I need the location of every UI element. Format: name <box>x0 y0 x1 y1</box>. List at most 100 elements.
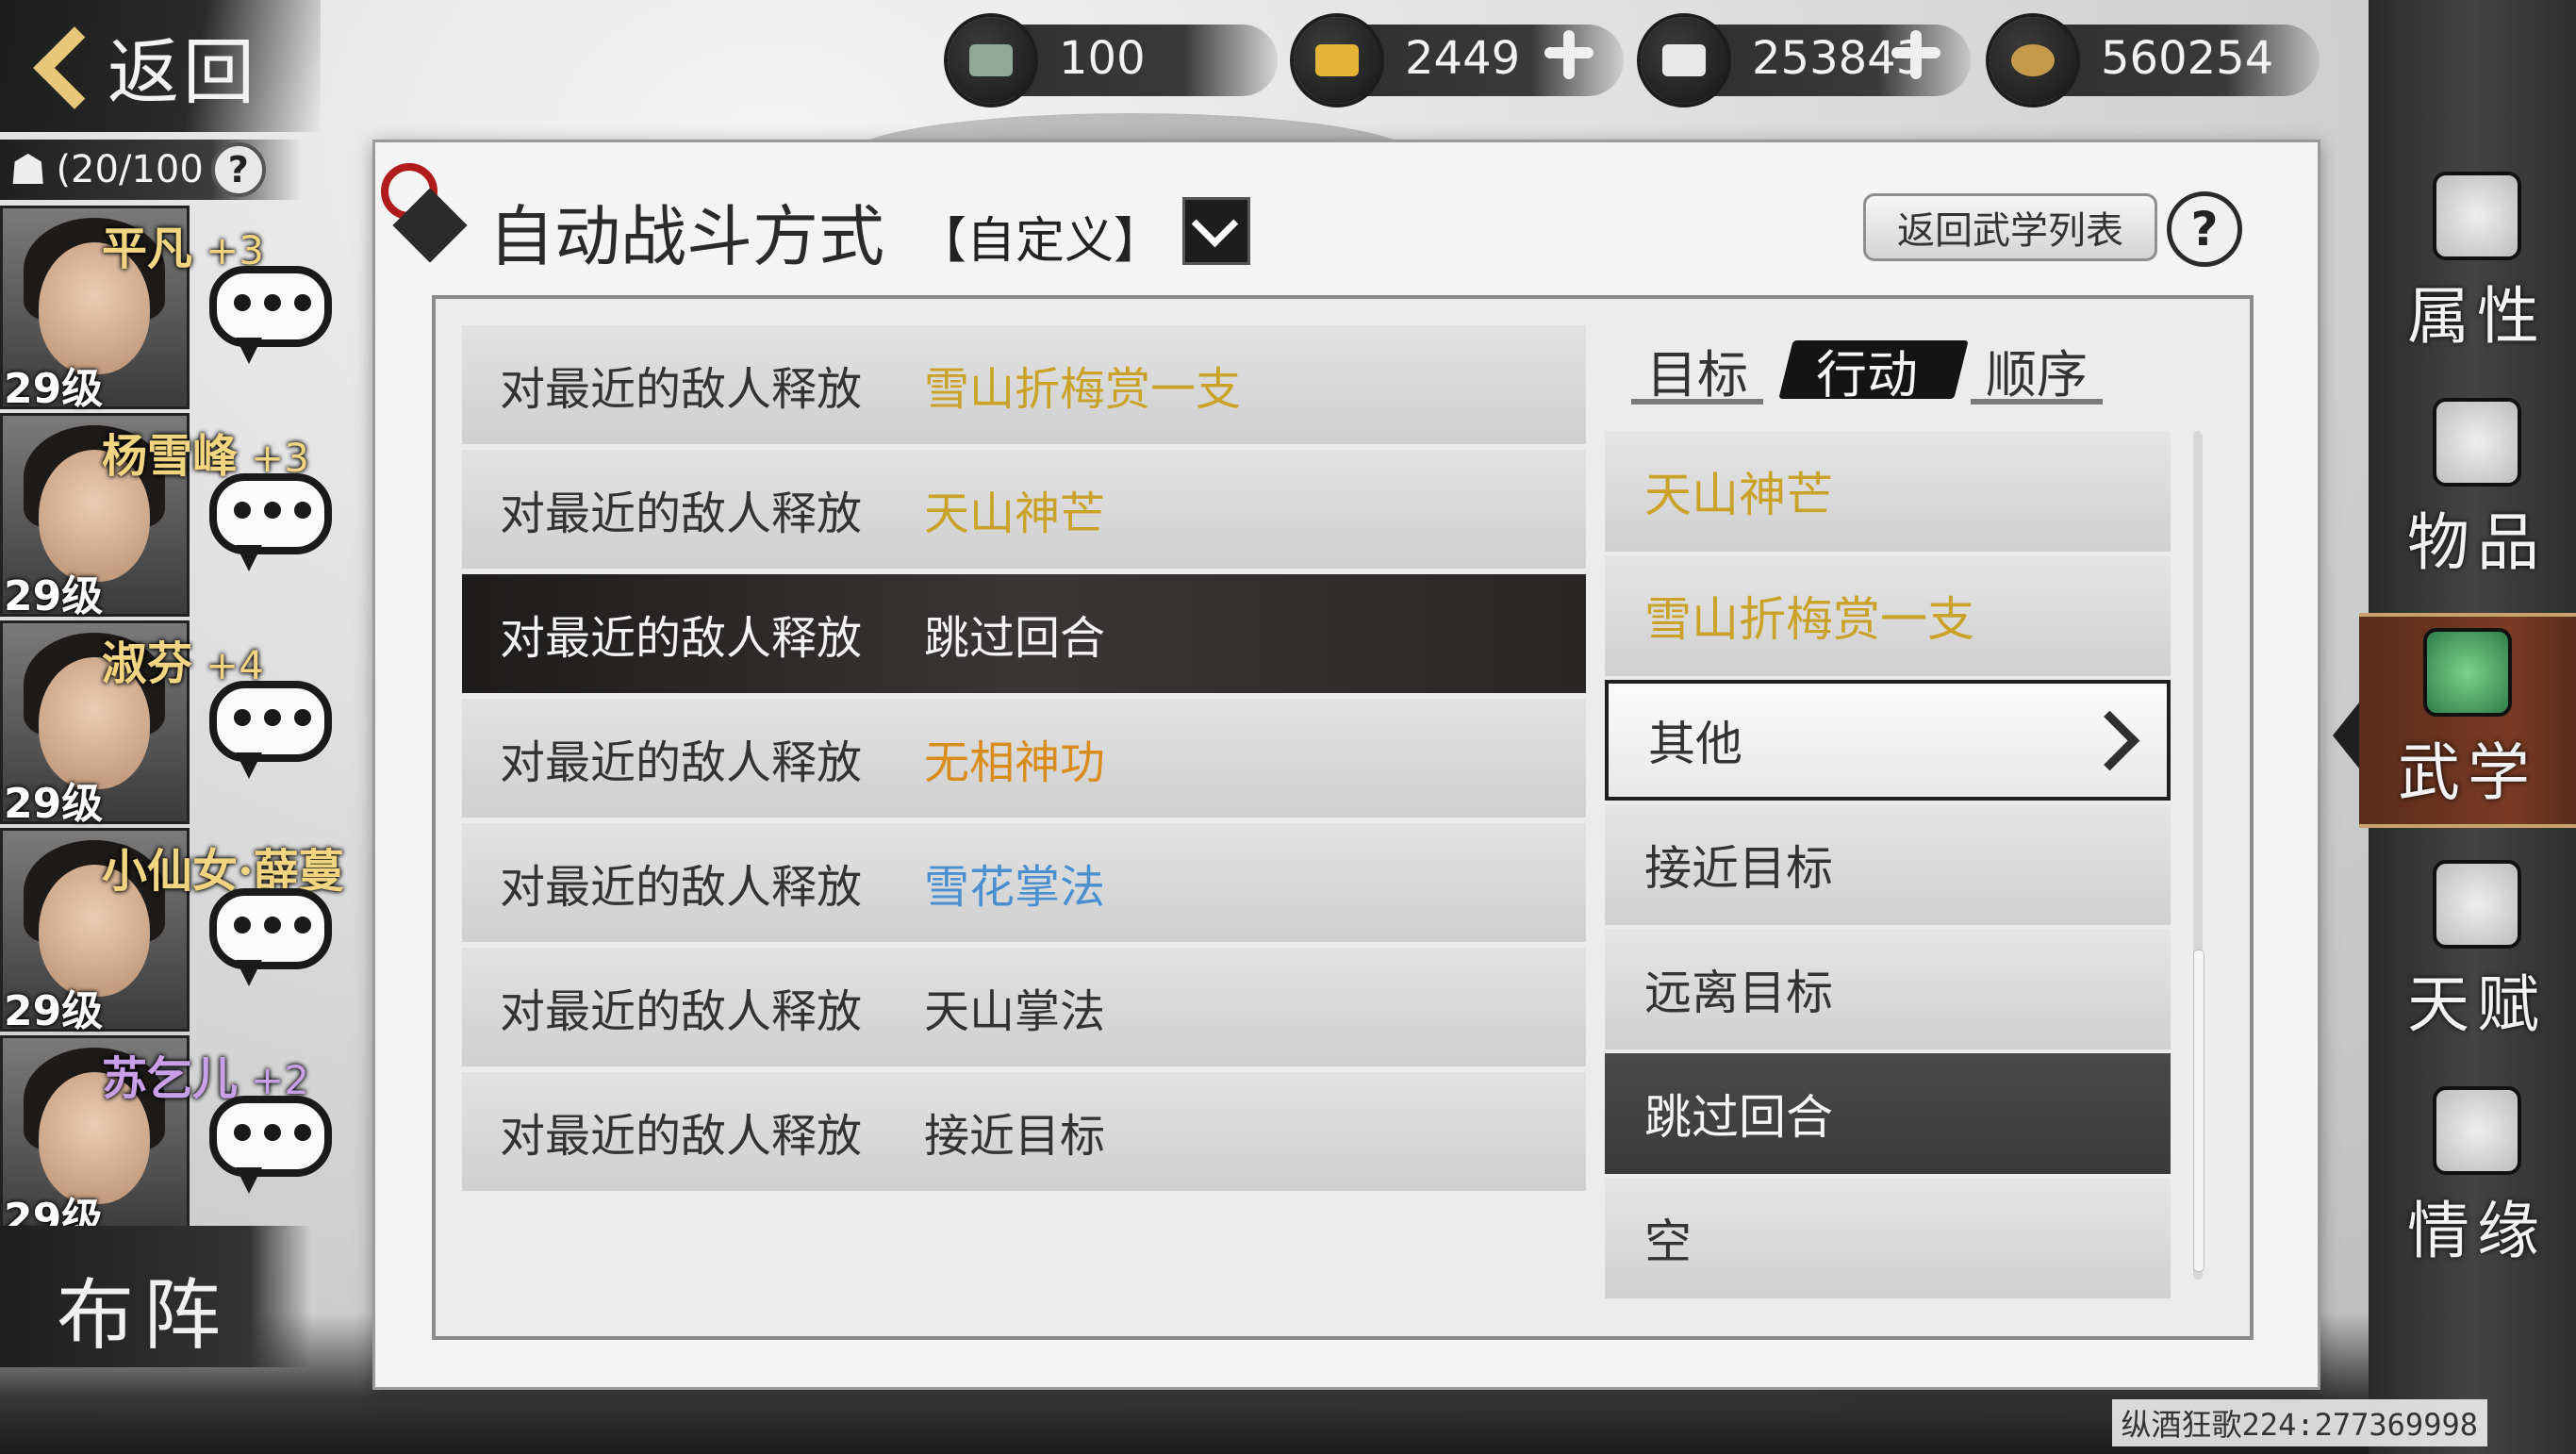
tab-行动[interactable]: 行动 <box>1782 327 1952 412</box>
action-option[interactable]: 天山神芒 <box>1605 431 2171 552</box>
action-label: 天山神芒 <box>1644 468 1833 522</box>
nav-label: 属性 <box>2407 280 2547 353</box>
heart-knot-icon <box>2433 1086 2521 1175</box>
action-option[interactable]: 远离目标 <box>1605 929 2171 1049</box>
back-label: 返回 <box>107 30 258 114</box>
tab-bar: 目标 行动 顺序 <box>1612 327 2178 412</box>
back-button[interactable]: 返回 <box>0 0 321 132</box>
mode-label: 【自定义】 <box>917 213 1164 270</box>
mode-dropdown-button[interactable] <box>1182 197 1250 265</box>
nav-物品[interactable]: 物品 <box>2378 387 2576 594</box>
action-label: 跳过回合 <box>1644 1090 1833 1145</box>
nav-武学[interactable]: 武学 <box>2359 613 2576 828</box>
roster-count-label: (20/100 <box>56 148 204 191</box>
chevron-left-icon <box>28 14 94 118</box>
team-icon: ☗ <box>9 145 47 194</box>
hero-card[interactable]: 平凡 +3 29级 <box>0 206 377 413</box>
chat-bubble-icon[interactable] <box>209 681 332 779</box>
hero-level: 29级 <box>4 780 104 828</box>
action-label: 雪山折梅赏一支 <box>1644 592 1974 647</box>
rule-action: 雪花掌法 <box>924 861 1106 914</box>
book-stack-icon <box>2423 628 2512 717</box>
gold-ingot-icon <box>1294 17 1380 104</box>
add-currency-button[interactable] <box>1888 26 1944 83</box>
chat-bubble-icon[interactable] <box>209 1096 332 1194</box>
rule-condition: 对最近的敌人释放 <box>500 985 863 1038</box>
rule-action: 无相神功 <box>924 736 1106 789</box>
silver-ingot-icon <box>1641 17 1727 104</box>
hero-card[interactable]: 杨雪峰 +3 29级 <box>0 413 377 620</box>
auto-battle-panel: 自动战斗方式 【自定义】 返回武学列表 ? 对最近的敌人释放 雪山折梅赏一支 对最近… <box>372 140 2320 1390</box>
scrollbar-thumb[interactable] <box>2193 950 2204 1272</box>
action-label: 远离目标 <box>1644 966 1833 1020</box>
chat-bubble-icon[interactable] <box>209 888 332 986</box>
rule-row[interactable]: 对最近的敌人释放 接近目标 <box>462 1072 1586 1191</box>
rule-row[interactable]: 对最近的敌人释放 天山掌法 <box>462 948 1586 1066</box>
formation-label: 布阵 <box>57 1271 231 1361</box>
rule-action: 天山神芒 <box>924 487 1106 540</box>
hero-card[interactable]: 淑芬 +4 29级 <box>0 620 377 828</box>
nav-天赋[interactable]: 天赋 <box>2378 849 2576 1056</box>
rule-row[interactable]: 对最近的敌人释放 跳过回合 <box>462 574 1586 693</box>
nav-label: 天赋 <box>2407 968 2547 1041</box>
bronze-cauldron-icon <box>948 17 1034 104</box>
rule-editor: 对最近的敌人释放 雪山折梅赏一支 对最近的敌人释放 天山神芒 对最近的敌人释放 跳过回合对… <box>432 295 2254 1340</box>
roster-help-button[interactable]: ? <box>210 142 266 197</box>
action-scrollbar[interactable] <box>2193 431 2204 1280</box>
hero-level: 29级 <box>4 987 104 1035</box>
roster-count: ☗ (20/100 ? <box>0 140 302 200</box>
chat-bubble-icon[interactable] <box>209 473 332 571</box>
hero-card[interactable]: 苏乞儿 +2 29级 <box>0 1035 377 1243</box>
fan-icon <box>2433 172 2521 260</box>
rule-condition: 对最近的敌人释放 <box>500 1110 863 1163</box>
rule-condition: 对最近的敌人释放 <box>500 487 863 540</box>
rule-row[interactable]: 对最近的敌人释放 天山神芒 <box>462 450 1586 569</box>
page-title: 自动战斗方式 <box>488 198 884 275</box>
rule-action: 天山掌法 <box>924 985 1106 1038</box>
rule-action: 雪山折梅赏一支 <box>924 363 1242 416</box>
currency-value: 100 <box>1059 32 1146 85</box>
rule-action: 接近目标 <box>924 1110 1106 1163</box>
action-option[interactable]: 空 <box>1605 1178 2171 1298</box>
nav-情缘[interactable]: 情缘 <box>2378 1075 2576 1282</box>
dart-icon <box>375 142 470 274</box>
action-option[interactable]: 雪山折梅赏一支 <box>1605 555 2171 676</box>
copper-coin-icon <box>1990 17 2076 104</box>
tab-目标[interactable]: 目标 <box>1612 327 1782 412</box>
chat-bubble-icon[interactable] <box>209 266 332 364</box>
nav-label: 武学 <box>2398 736 2537 809</box>
help-button[interactable]: ? <box>2167 191 2242 267</box>
action-label: 其他 <box>1648 717 1742 771</box>
rule-action: 跳过回合 <box>924 612 1106 665</box>
chevron-right-icon <box>2079 710 2140 771</box>
watermark: 纵酒狂歌224:277369998 <box>2111 1399 2487 1446</box>
add-currency-button[interactable] <box>1541 26 1597 83</box>
rule-row[interactable]: 对最近的敌人释放 雪花掌法 <box>462 823 1586 942</box>
action-label: 空 <box>1644 1214 1692 1269</box>
return-skill-list-button[interactable]: 返回武学列表 <box>1863 193 2157 261</box>
action-option[interactable]: 跳过回合 <box>1605 1053 2171 1174</box>
rule-list: 对最近的敌人释放 雪山折梅赏一支 对最近的敌人释放 天山神芒 对最近的敌人释放 跳过回合对… <box>462 325 1586 1197</box>
rule-row[interactable]: 对最近的敌人释放 无相神功 <box>462 699 1586 818</box>
gift-box-icon <box>2433 398 2521 487</box>
hero-level: 29级 <box>4 572 104 620</box>
rule-condition: 对最近的敌人释放 <box>500 363 863 416</box>
currency-value: 2449 <box>1405 32 1521 85</box>
nav-属性[interactable]: 属性 <box>2378 160 2576 368</box>
rule-row[interactable]: 对最近的敌人释放 雪山折梅赏一支 <box>462 325 1586 444</box>
rule-condition: 对最近的敌人释放 <box>500 612 863 665</box>
rule-condition: 对最近的敌人释放 <box>500 736 863 789</box>
hero-card[interactable]: 小仙女·薛蔓 29级 <box>0 828 377 1035</box>
rule-condition: 对最近的敌人释放 <box>500 861 863 914</box>
action-list: 天山神芒雪山折梅赏一支其他接近目标远离目标跳过回合空 <box>1605 431 2171 1302</box>
currency-value: 560254 <box>2101 32 2274 85</box>
formation-button[interactable]: 布阵 <box>0 1226 311 1367</box>
tab-顺序[interactable]: 顺序 <box>1952 327 2122 412</box>
hero-level: 29级 <box>4 365 104 413</box>
action-option[interactable]: 其他 <box>1605 680 2171 801</box>
action-option[interactable]: 接近目标 <box>1605 804 2171 925</box>
nav-label: 情缘 <box>2407 1195 2547 1267</box>
action-label: 接近目标 <box>1644 841 1833 896</box>
talent-tree-icon <box>2433 860 2521 949</box>
nav-label: 物品 <box>2407 506 2547 579</box>
